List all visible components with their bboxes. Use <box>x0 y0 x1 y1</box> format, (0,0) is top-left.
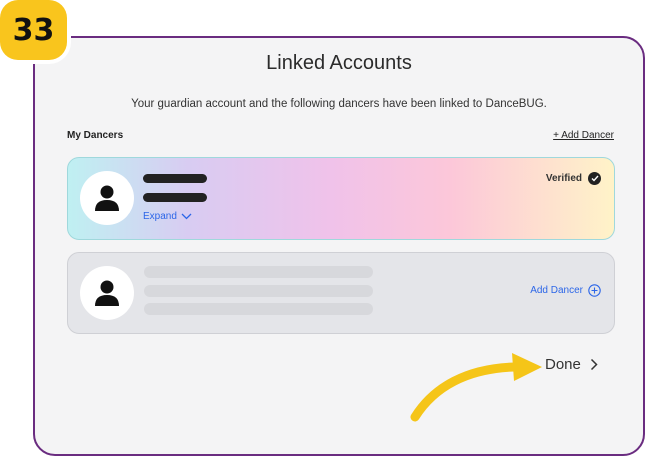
plus-circle-icon <box>588 284 601 297</box>
verified-label: Verified <box>545 173 582 184</box>
redacted-name-bar <box>143 174 207 183</box>
check-circle-icon <box>588 172 601 185</box>
expand-button[interactable]: Expand <box>143 211 192 222</box>
add-dancer-link[interactable]: + Add Dancer <box>553 130 614 141</box>
placeholder-line <box>144 266 373 278</box>
my-dancers-label: My Dancers <box>67 130 124 141</box>
person-icon <box>95 185 119 211</box>
annotation-arrow <box>410 353 542 422</box>
add-dancer-button[interactable]: Add Dancer <box>530 284 601 297</box>
dancer-avatar <box>80 171 134 225</box>
verified-status: Verified <box>546 172 601 185</box>
expand-label: Expand <box>143 211 177 222</box>
chevron-right-icon <box>590 358 598 371</box>
page-title: Linked Accounts <box>266 52 412 74</box>
page-subtitle: Your guardian account and the following … <box>131 98 547 110</box>
done-button[interactable]: Done <box>545 356 598 373</box>
add-dancer-label: Add Dancer <box>530 285 583 296</box>
placeholder-line <box>144 303 373 315</box>
redacted-info-bar <box>143 193 207 202</box>
placeholder-avatar <box>80 266 134 320</box>
placeholder-line <box>144 285 373 297</box>
person-icon <box>95 280 119 306</box>
chevron-down-icon <box>181 213 192 220</box>
done-label: Done <box>545 356 581 373</box>
step-number-badge: 33 <box>0 0 67 60</box>
